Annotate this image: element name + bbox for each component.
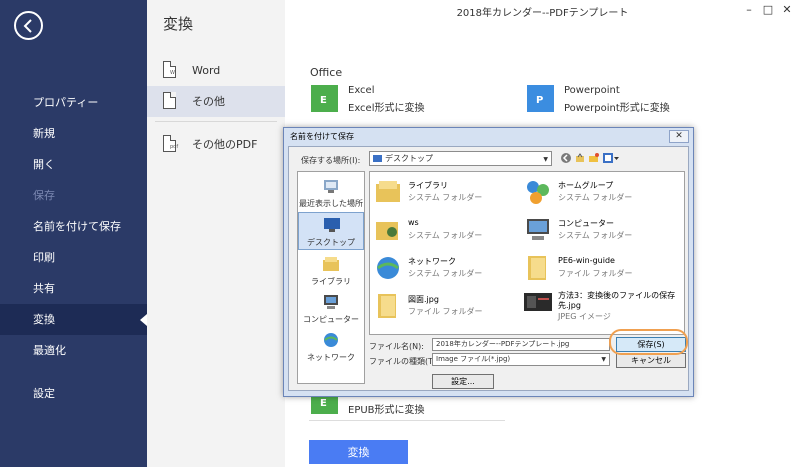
desktop-icon [324, 218, 340, 232]
network-icon [377, 257, 399, 279]
panel-item-word[interactable]: W Word [147, 55, 285, 86]
library-folder-icon [376, 181, 400, 202]
format-powerpoint[interactable]: P Powerpoint Powerpoint形式に変換 [527, 85, 727, 114]
computer-icon [324, 295, 338, 309]
convert-button[interactable]: 変換 [309, 440, 408, 464]
sidebar-item-save-as[interactable]: 名前を付けて保存 [0, 211, 147, 242]
powerpoint-icon: P [527, 85, 554, 112]
file-item-homegroup[interactable]: ホームグループ システム フォルダー [524, 178, 674, 212]
sidebar-item-settings[interactable]: 設定 [0, 378, 147, 409]
close-button[interactable]: ✕ [780, 3, 794, 17]
place-recent[interactable]: 最近表示した場所 [298, 174, 364, 212]
save-in-label: 保存する場所(I): [301, 156, 361, 165]
desktop-icon [373, 155, 382, 162]
file-item-pe6-win-guide[interactable]: PE6-win-guide ファイル フォルダー [524, 254, 674, 288]
save-as-dialog: 名前を付けて保存 ✕ 保存する場所(I): デスクトップ ▼ 最近表示した場所 … [283, 127, 694, 397]
divider [309, 420, 505, 421]
place-network[interactable]: ネットワーク [298, 328, 364, 366]
maximize-button[interactable]: □ [761, 3, 775, 17]
file-item-computer[interactable]: コンピューター システム フォルダー [524, 216, 674, 250]
settings-button[interactable]: 設定... [432, 374, 494, 389]
cancel-button[interactable]: キャンセル [616, 353, 686, 368]
format-description: EPUB形式に変換 [348, 405, 425, 416]
sidebar-item-share[interactable]: 共有 [0, 273, 147, 304]
filename-label: ファイル名(N): [369, 342, 424, 351]
chevron-down-icon: ▼ [543, 156, 548, 163]
file-icon [163, 92, 176, 109]
places-bar: 最近表示した場所 デスクトップ ライブラリ コンピューター ネットワーク [297, 171, 365, 384]
dialog-toolbar [561, 152, 631, 166]
user-folder-icon [376, 222, 398, 240]
new-folder-icon[interactable] [589, 153, 599, 163]
place-desktop[interactable]: デスクトップ [298, 212, 364, 250]
filename-input[interactable]: 2018年カレンダー--PDFテンプレート.jpg [432, 338, 610, 351]
pdf-file-icon: pdf [163, 135, 178, 152]
panel-title: 変換 [163, 15, 194, 33]
title-bar: 2018年カレンダー--PDFテンプレート – □ ✕ [285, 0, 800, 22]
section-label-office: Office [310, 66, 343, 79]
format-excel[interactable]: E Excel Excel形式に変換 [311, 85, 511, 114]
panel-item-other[interactable]: その他 [147, 86, 285, 117]
file-item-method3-jpg[interactable]: 方法3：変換後のファイルの保存 先.jpg JPEG イメージ [524, 288, 675, 322]
word-file-icon: W [163, 61, 176, 78]
back-arrow-icon[interactable] [561, 153, 571, 163]
panel-item-other-pdf[interactable]: pdf その他のPDF [147, 129, 285, 160]
sidebar-item-open[interactable]: 開く [0, 149, 147, 180]
sidebar-item-properties[interactable]: プロパティー [0, 87, 147, 118]
view-menu-icon[interactable] [603, 153, 619, 163]
sidebar: プロパティー 新規 開く 保存 名前を付けて保存 印刷 共有 変換 最適化 設定 [0, 0, 147, 467]
file-item-network[interactable]: ネットワーク システム フォルダー [374, 254, 524, 288]
library-icon [323, 257, 339, 271]
convert-panel: 変換 W Word その他 pdf その他のPDF [147, 0, 285, 467]
dialog-close-button[interactable]: ✕ [669, 130, 689, 143]
excel-icon: E [311, 85, 338, 112]
sidebar-item-optimize[interactable]: 最適化 [0, 335, 147, 366]
filetype-dropdown[interactable]: Image ファイル(*.jpg) ▼ [432, 353, 610, 366]
filetype-label: ファイルの種類(T): [369, 357, 439, 366]
place-computer[interactable]: コンピューター [298, 290, 364, 328]
panel-item-label: その他のPDF [192, 138, 258, 151]
folder-icon [378, 294, 396, 318]
panel-divider [155, 121, 277, 122]
sidebar-divider [0, 366, 147, 378]
format-name: Excel [348, 85, 375, 96]
window-title: 2018年カレンダー--PDFテンプレート [456, 8, 629, 19]
format-description: Excel形式に変換 [348, 103, 425, 114]
sidebar-item-new[interactable]: 新規 [0, 118, 147, 149]
homegroup-icon [527, 181, 549, 204]
panel-item-label: Word [192, 64, 221, 77]
chevron-down-icon: ▼ [601, 356, 606, 363]
computer-icon [527, 219, 549, 240]
minimize-button[interactable]: – [742, 3, 756, 17]
sidebar-item-save: 保存 [33, 189, 55, 202]
folder-icon [528, 256, 546, 280]
file-item-library[interactable]: ライブラリ システム フォルダー [374, 178, 524, 212]
file-item-zumen[interactable]: 図面.jpg ファイル フォルダー [374, 292, 524, 326]
save-button-highlight [609, 329, 688, 355]
format-name: Powerpoint [564, 85, 620, 96]
panel-item-label: その他 [192, 95, 225, 108]
back-button[interactable] [14, 11, 43, 40]
sidebar-item-print[interactable]: 印刷 [0, 242, 147, 273]
sidebar-nav: プロパティー 新規 開く 保存 名前を付けて保存 印刷 共有 変換 最適化 設定 [0, 87, 147, 409]
file-list: ライブラリ システム フォルダー ホームグループ システム フォルダー ws シ… [369, 171, 685, 335]
save-in-dropdown[interactable]: デスクトップ ▼ [369, 151, 552, 166]
place-library[interactable]: ライブラリ [298, 252, 364, 290]
jpeg-image-icon [524, 293, 552, 311]
recent-places-icon [324, 180, 338, 193]
arrow-left-icon [23, 19, 32, 33]
file-item-user[interactable]: ws システム フォルダー [374, 216, 524, 250]
dialog-title: 名前を付けて保存 [290, 132, 354, 141]
network-icon [324, 333, 338, 347]
sidebar-item-convert[interactable]: 変換 [0, 304, 147, 335]
format-description: Powerpoint形式に変換 [564, 103, 670, 114]
up-folder-icon[interactable] [575, 153, 585, 163]
